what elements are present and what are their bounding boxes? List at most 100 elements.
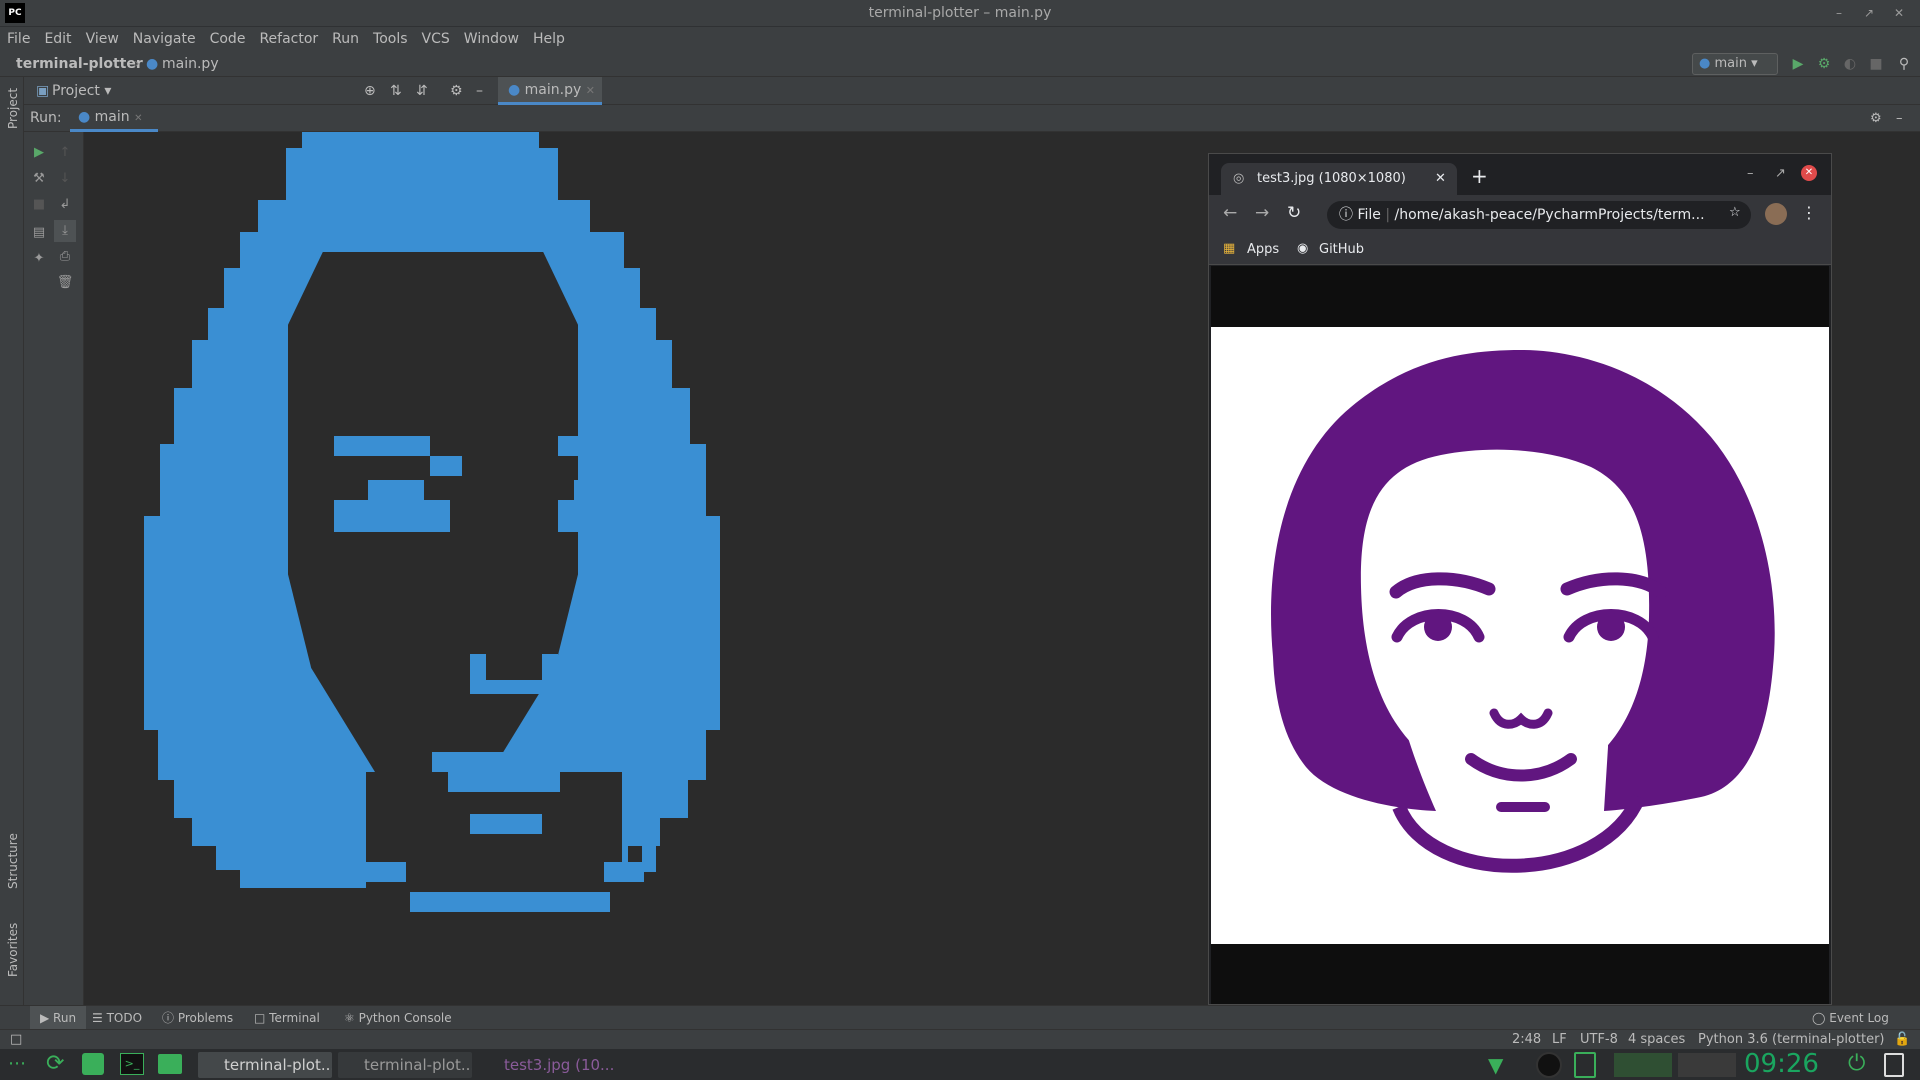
pixel-neck — [366, 772, 622, 1005]
scroll-to-end-icon[interactable]: ⤓ — [54, 220, 76, 242]
tab-todo[interactable]: ☰ TODO — [92, 1006, 142, 1030]
close-tab-icon[interactable]: ✕ — [1435, 163, 1446, 195]
maximize-icon[interactable]: ↗ — [1860, 4, 1878, 22]
menu-tools[interactable]: Tools — [366, 27, 415, 51]
taskbar-item-pycharm[interactable]: terminal-plot... — [198, 1052, 332, 1078]
tab-run[interactable]: ▶ Run — [30, 1006, 87, 1030]
close-tab-icon[interactable]: ✕ — [586, 84, 595, 97]
event-log-button[interactable]: ◯ Event Log — [1812, 1006, 1889, 1030]
power-icon[interactable]: ⏻ — [1848, 1051, 1865, 1076]
browser-tab[interactable]: ◎ test3.jpg (1080×1080) ✕ — [1221, 163, 1457, 195]
store-icon[interactable] — [82, 1053, 104, 1075]
menu-view[interactable]: View — [79, 27, 126, 51]
workspace-2-thumb[interactable] — [1678, 1053, 1736, 1077]
project-toolbar: ▣ Project ▾ ⊕ ⇅ ⇵ ⚙ – — [24, 77, 1920, 105]
pixel-block — [542, 654, 558, 694]
forward-arrow-icon[interactable]: → — [1255, 203, 1269, 223]
debug-icon[interactable]: ⚙ — [1814, 55, 1834, 73]
close-icon[interactable]: ✕ — [1890, 4, 1908, 22]
minimize-icon[interactable]: – — [1747, 166, 1754, 181]
minimize-icon[interactable]: – — [1830, 4, 1848, 22]
close-run-tab-icon[interactable]: ✕ — [134, 113, 142, 124]
kebab-menu-icon[interactable]: ⋮ — [1801, 203, 1817, 222]
refresh-icon[interactable]: ⟳ — [46, 1051, 64, 1076]
menu-edit[interactable]: Edit — [37, 27, 78, 51]
indent-setting[interactable]: 4 spaces — [1628, 1030, 1685, 1050]
project-view-select[interactable]: Project ▾ — [52, 77, 111, 105]
soft-wrap-icon[interactable]: ↲ — [54, 194, 76, 216]
back-arrow-icon[interactable]: ← — [1223, 203, 1237, 223]
line-separator[interactable]: LF — [1552, 1030, 1567, 1050]
menu-navigate[interactable]: Navigate — [126, 27, 203, 51]
stop-icon[interactable]: ■ — [1866, 55, 1886, 73]
pixel-block — [558, 436, 670, 456]
gear-icon[interactable]: ⚙ — [450, 77, 463, 105]
clock[interactable]: 09:26 — [1744, 1049, 1819, 1080]
star-icon[interactable]: ☆ — [1729, 205, 1741, 220]
hide-run-panel-icon[interactable]: – — [1896, 105, 1903, 132]
python-interpreter[interactable]: Python 3.6 (terminal-plotter) — [1698, 1030, 1885, 1050]
caret-position[interactable]: 2:48 — [1512, 1030, 1541, 1050]
run-config-select[interactable]: ● main ▾ — [1692, 53, 1778, 75]
clipboard-icon[interactable] — [1574, 1052, 1596, 1078]
project-tool-tab[interactable]: Project — [6, 88, 20, 129]
taskbar-item-chrome[interactable]: test3.jpg (10... — [478, 1052, 618, 1078]
coverage-icon[interactable]: ◐ — [1840, 55, 1860, 73]
stop-icon[interactable]: ■ — [28, 194, 50, 216]
menu-run[interactable]: Run — [325, 27, 366, 51]
lock-icon[interactable]: 🔓 — [1894, 1030, 1910, 1050]
menu-help[interactable]: Help — [526, 27, 572, 51]
editor-tab-main[interactable]: ● main.py ✕ — [498, 77, 602, 105]
menu-file[interactable]: File — [0, 27, 37, 51]
locate-icon[interactable]: ⊕ — [364, 77, 376, 105]
restore-icon[interactable]: ↗ — [1775, 166, 1786, 181]
expand-all-icon[interactable]: ⇅ — [390, 77, 402, 105]
layout-icon[interactable]: ▤ — [28, 222, 50, 244]
run-tab-main[interactable]: ● main ✕ — [70, 105, 158, 132]
rerun-icon[interactable]: ▶ — [28, 142, 50, 164]
wifi-icon[interactable]: ▼ — [1488, 1053, 1503, 1077]
bookmark-github[interactable]: GitHub — [1319, 242, 1364, 257]
close-window-icon[interactable]: ✕ — [1801, 165, 1817, 181]
breadcrumb-project[interactable]: terminal-plotter — [16, 51, 143, 77]
workspace-1-thumb[interactable] — [1614, 1053, 1672, 1077]
run-settings-gear-icon[interactable]: ⚙ — [1870, 105, 1882, 132]
up-arrow-icon[interactable]: ↑ — [54, 142, 76, 164]
hide-panel-icon[interactable]: – — [476, 77, 483, 105]
tab-terminal[interactable]: □ Terminal — [254, 1006, 320, 1030]
run-panel-label: Run: — [30, 110, 62, 126]
down-arrow-icon[interactable]: ↓ — [54, 168, 76, 190]
layout-toggle-icon[interactable]: □ — [10, 1030, 22, 1050]
new-tab-plus-icon[interactable]: + — [1471, 164, 1488, 188]
status-bar: □ 2:48 LF UTF-8 4 spaces Python 3.6 (ter… — [0, 1029, 1920, 1049]
taskbar-item-files[interactable]: terminal-plot... — [338, 1052, 472, 1078]
trash-icon[interactable]: 🗑 — [54, 272, 76, 294]
chevron-right-icon: › — [134, 56, 140, 72]
collapse-all-icon[interactable]: ⇵ — [416, 77, 428, 105]
favorites-tool-tab[interactable]: Favorites — [6, 923, 20, 977]
apps-menu-icon[interactable]: ⋯ — [8, 1053, 26, 1074]
menu-refactor[interactable]: Refactor — [252, 27, 325, 51]
reload-icon[interactable]: ↻ — [1287, 203, 1301, 223]
file-encoding[interactable]: UTF-8 — [1580, 1030, 1618, 1050]
address-bar[interactable]: ⓘ File | /home/akash-peace/PycharmProjec… — [1327, 201, 1751, 229]
pixel-block — [558, 500, 574, 532]
folder-icon[interactable] — [158, 1054, 182, 1074]
media-icon[interactable] — [1536, 1052, 1562, 1078]
run-icon[interactable]: ▶ — [1788, 55, 1808, 73]
menu-vcs[interactable]: VCS — [415, 27, 457, 51]
bookmarks-bar: ▦ Apps ◉ GitHub — [1209, 235, 1831, 265]
terminal-icon[interactable]: >_ — [120, 1053, 144, 1075]
avatar[interactable] — [1765, 203, 1787, 225]
tab-problems[interactable]: ⓘ Problems — [162, 1006, 233, 1030]
menu-window[interactable]: Window — [457, 27, 526, 51]
search-icon[interactable]: ⚲ — [1894, 55, 1914, 73]
menu-code[interactable]: Code — [203, 27, 253, 51]
tab-python-console[interactable]: ⚛ Python Console — [344, 1006, 452, 1030]
pin-icon[interactable]: ✦ — [28, 248, 50, 270]
breadcrumb-file[interactable]: main.py — [162, 51, 219, 77]
wrench-icon[interactable]: ⚒ — [28, 168, 50, 190]
bookmark-apps[interactable]: Apps — [1247, 242, 1279, 257]
structure-tool-tab[interactable]: Structure — [6, 833, 20, 889]
print-icon[interactable]: ⎙ — [54, 246, 76, 268]
